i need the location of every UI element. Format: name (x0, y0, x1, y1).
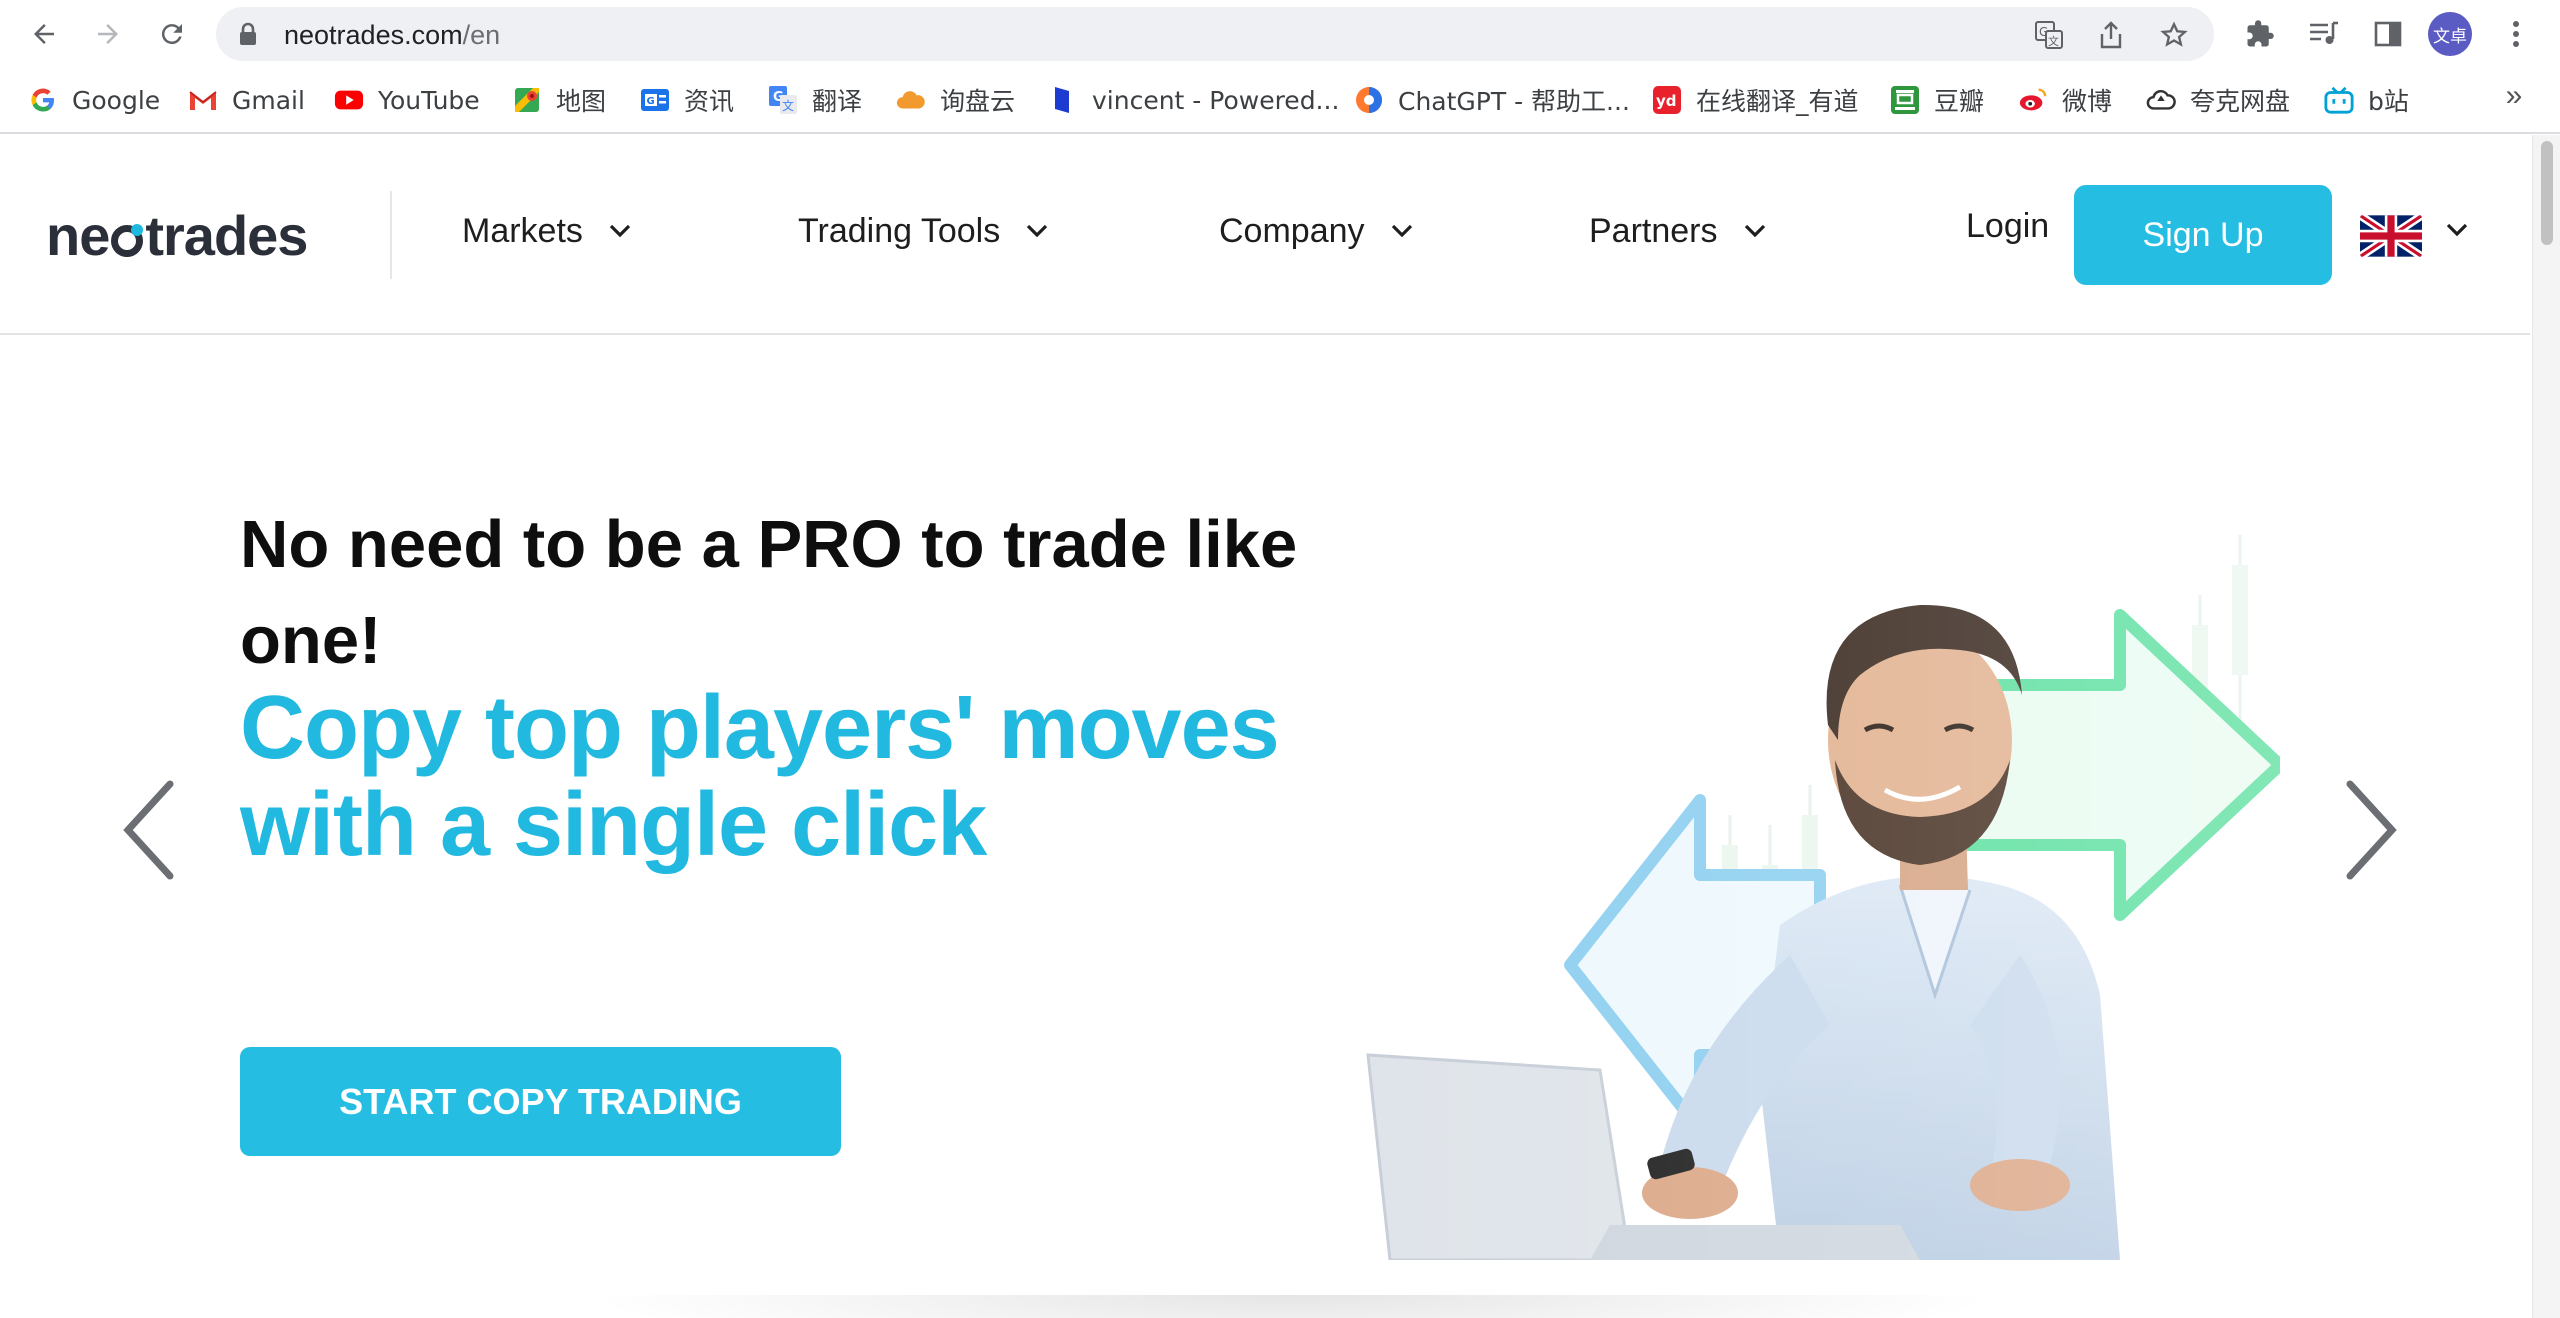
bookmark-label: YouTube (378, 85, 480, 115)
extensions-icon[interactable] (2240, 14, 2280, 54)
chevron-down-icon (1391, 224, 1413, 238)
page-scrollbar[interactable] (2532, 135, 2560, 1318)
nav-markets[interactable]: Markets (462, 203, 631, 259)
bookmark-label: 微博 (2062, 87, 2113, 116)
weibo-icon (2018, 85, 2048, 115)
profile-avatar[interactable]: 文卓 (2428, 12, 2472, 56)
page-viewport: ne trades Markets Trading Tools Company P… (0, 135, 2560, 1318)
bookmark-label: 在线翻译_有道 (1696, 87, 1859, 116)
reload-button[interactable] (152, 14, 192, 54)
language-chevron-icon[interactable] (2446, 223, 2468, 242)
media-control-icon[interactable] (2304, 14, 2344, 54)
bookmark-youdao[interactable]: yd 在线翻译_有道 (1652, 80, 1859, 120)
douban-icon (1890, 85, 1920, 115)
bookmark-label: b站 (2368, 87, 2409, 116)
translate-icon: G文 (768, 85, 798, 115)
bookmark-bilibili[interactable]: b站 (2324, 80, 2409, 120)
nav-label: Partners (1589, 211, 1718, 250)
svg-text:G: G (647, 96, 655, 107)
lock-icon (238, 22, 258, 51)
youdao-icon: yd (1652, 85, 1682, 115)
bookmark-star-icon[interactable] (2159, 20, 2189, 50)
quark-cloud-icon (2146, 85, 2176, 115)
youtube-icon (334, 85, 364, 115)
login-link[interactable]: Login (1966, 207, 2049, 246)
hero-subtitle: Copy top players' moves with a single cl… (240, 678, 1280, 875)
document-icon (1048, 85, 1078, 115)
bookmark-maps[interactable]: 地图 (512, 80, 606, 120)
forward-arrow-icon (98, 24, 118, 44)
nav-trading-tools[interactable]: Trading Tools (798, 203, 1048, 259)
back-button[interactable] (24, 14, 64, 54)
reload-icon (161, 24, 182, 45)
scrollbar-thumb[interactable] (2541, 141, 2553, 245)
cloud-icon (896, 85, 926, 115)
bookmark-label: 地图 (556, 87, 607, 116)
bookmark-label: 翻译 (812, 87, 863, 116)
gmail-icon (188, 85, 218, 115)
side-panel-icon[interactable] (2368, 14, 2408, 54)
bookmarks-bar: Google Gmail YouTube 地图 G 资讯 G文 翻译 询盘云 v… (0, 68, 2560, 134)
back-arrow-icon (34, 24, 54, 44)
chevron-down-icon (1026, 224, 1048, 238)
start-copy-trading-button[interactable]: START COPY TRADING (240, 1047, 841, 1156)
svg-text:yd: yd (1656, 92, 1677, 110)
bookmark-label: 夸克网盘 (2190, 87, 2291, 116)
bookmark-news[interactable]: G 资讯 (640, 80, 734, 120)
google-icon (28, 85, 58, 115)
bookmark-vincent[interactable]: vincent - Powered... (1048, 80, 1339, 120)
header-divider (390, 191, 392, 279)
carousel-next-icon[interactable] (2342, 775, 2402, 885)
nav-label: Trading Tools (798, 211, 1001, 250)
nav-label: Company (1219, 211, 1365, 250)
forward-button[interactable] (88, 14, 128, 54)
hero-illustration (1360, 525, 2286, 1262)
nav-label: Markets (462, 211, 583, 250)
logo-o-mark (111, 224, 144, 257)
uk-flag-icon[interactable] (2360, 215, 2422, 257)
bookmark-label: Gmail (232, 85, 305, 115)
address-bar[interactable]: neotrades.com/en G文 (216, 7, 2214, 61)
bookmark-translate[interactable]: G文 翻译 (768, 80, 862, 120)
bookmark-label: ChatGPT - 帮助工... (1398, 87, 1630, 116)
bookmark-label: 资讯 (684, 87, 735, 116)
bilibili-icon (2324, 85, 2354, 115)
bookmark-chatgpt[interactable]: ChatGPT - 帮助工... (1354, 80, 1630, 120)
bookmark-cloud[interactable]: 询盘云 (896, 80, 1015, 120)
bookmarks-overflow-icon[interactable]: » (2496, 76, 2532, 116)
hero-title: No need to be a PRO to trade like one! (240, 507, 1298, 678)
neotrades-logo[interactable]: ne trades (46, 203, 308, 268)
nav-company[interactable]: Company (1219, 203, 1413, 259)
bookmark-google[interactable]: Google (28, 80, 160, 120)
chatgpt-icon (1354, 85, 1384, 115)
url-text: neotrades.com/en (284, 20, 501, 50)
bookmark-quark[interactable]: 夸克网盘 (2146, 80, 2290, 120)
sign-up-button[interactable]: Sign Up (2074, 185, 2332, 285)
maps-icon (512, 85, 542, 115)
share-icon[interactable] (2096, 20, 2126, 50)
svg-text:文: 文 (782, 98, 794, 113)
bookmark-label: 豆瓣 (1934, 87, 1985, 116)
browser-toolbar: neotrades.com/en G文 文卓 (0, 0, 2560, 68)
bookmark-youtube[interactable]: YouTube (334, 80, 480, 120)
site-header: ne trades Markets Trading Tools Company P… (0, 135, 2530, 335)
bookmark-douban[interactable]: 豆瓣 (1890, 80, 1984, 120)
chevron-down-icon (1744, 224, 1766, 238)
chrome-menu-icon[interactable] (2496, 14, 2536, 54)
news-icon: G (640, 85, 670, 115)
section-shadow (580, 1295, 2000, 1318)
bookmark-gmail[interactable]: Gmail (188, 80, 305, 120)
svg-text:文: 文 (2048, 34, 2059, 48)
bookmark-weibo[interactable]: 微博 (2018, 80, 2112, 120)
bookmark-label: Google (72, 85, 161, 115)
carousel-prev-icon[interactable] (118, 775, 178, 885)
bookmark-label: vincent - Powered... (1092, 85, 1340, 115)
bookmark-label: 询盘云 (940, 87, 1016, 116)
translate-page-icon[interactable]: G文 (2034, 20, 2064, 50)
chevron-down-icon (609, 224, 631, 238)
nav-partners[interactable]: Partners (1589, 203, 1766, 259)
